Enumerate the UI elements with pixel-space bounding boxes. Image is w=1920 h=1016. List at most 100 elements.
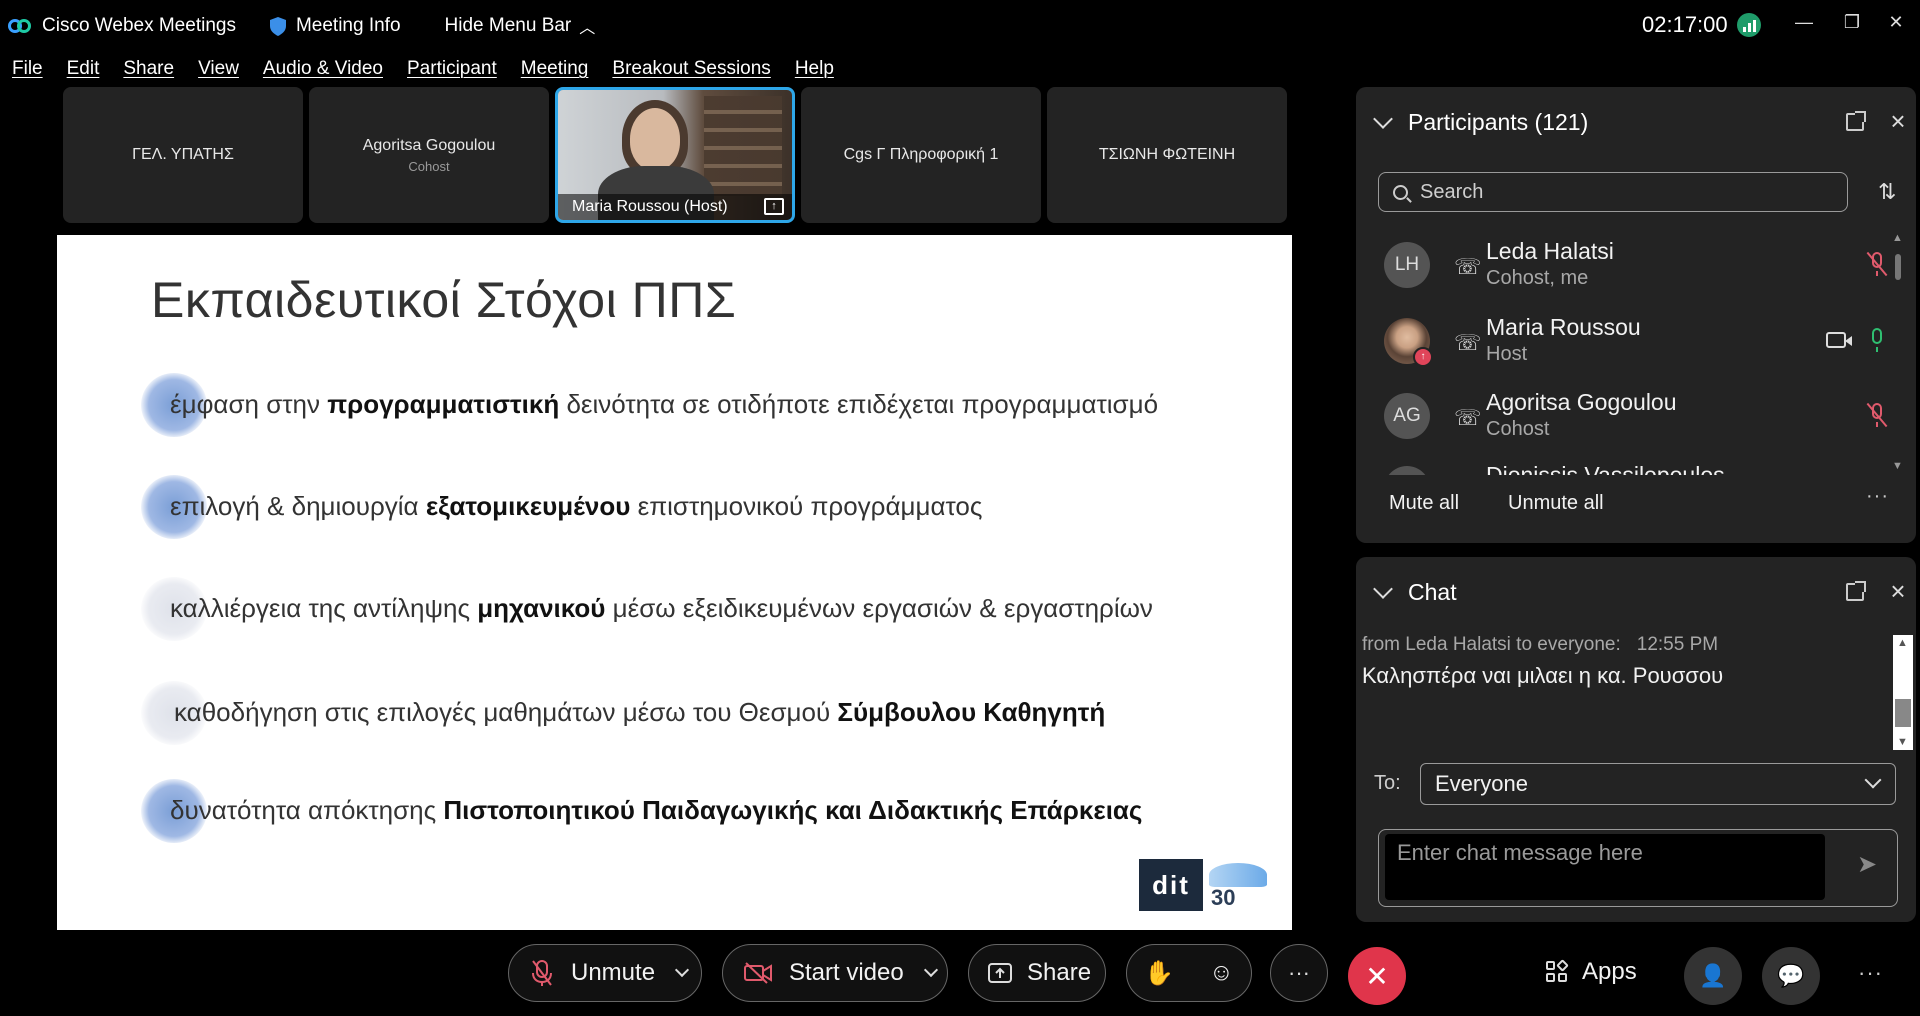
menu-edit[interactable]: Edit	[67, 58, 100, 80]
participants-toggle-icon[interactable]: 👤	[1684, 947, 1742, 1005]
slide-bullet: δυνατότητα απόκτησης Πιστοποιητικού Παιδ…	[141, 777, 1142, 843]
thumbnail-name: ΓΕΛ. ΥΠΑΤΗΣ	[132, 146, 234, 163]
slide-title: Εκπαιδευτικοί Στόχοι ΠΠΣ	[151, 272, 737, 328]
menu-file[interactable]: File	[12, 58, 43, 80]
chat-scrollbar[interactable]: ▲ ▼	[1893, 635, 1913, 750]
scroll-up-icon[interactable]: ▲	[1897, 637, 1908, 649]
network-health-icon[interactable]	[1737, 13, 1761, 37]
hide-menu-bar-button[interactable]: Hide Menu Bar ︿	[445, 14, 596, 38]
meeting-info-label: Meeting Info	[295, 15, 401, 36]
participant-row[interactable]: ↑ ☏ Maria Roussou Host	[1384, 312, 1884, 384]
app-name: Cisco Webex Meetings	[42, 15, 236, 36]
participant-row[interactable]: DV ☏ Dionissis Vassilopoulos	[1384, 460, 1884, 475]
participants-header[interactable]: Participants (121)	[1373, 108, 1589, 136]
sharing-badge-icon: ↑	[1413, 347, 1433, 367]
participant-role: Cohost	[1486, 418, 1550, 440]
participant-list: LH ☏ Leda Halatsi Cohost, me ↑ ☏ Maria R…	[1356, 232, 1916, 475]
send-icon[interactable]: ➤	[1857, 850, 1877, 879]
participants-panel: Participants (121) × Search ⇅ LH ☏ Leda …	[1356, 87, 1916, 543]
unmute-button[interactable]: Unmute	[508, 944, 702, 1002]
popout-icon[interactable]	[1846, 111, 1866, 131]
menu-meeting[interactable]: Meeting	[521, 58, 589, 80]
apps-icon	[1546, 959, 1569, 983]
menu-breakout-sessions[interactable]: Breakout Sessions	[612, 58, 770, 80]
unmute-label: Unmute	[571, 959, 656, 986]
apps-button[interactable]: Apps	[1546, 958, 1637, 986]
share-button[interactable]: Share	[968, 944, 1106, 1002]
collapse-chevron-icon[interactable]	[1373, 108, 1393, 129]
thumbnail-name: ΤΣΙΩΝΗ ΦΩΤΕΙΝΗ	[1098, 146, 1236, 163]
mute-all-button[interactable]: Mute all	[1389, 492, 1459, 515]
scroll-up-icon[interactable]: ▲	[1892, 232, 1903, 244]
participant-role: Host	[1486, 343, 1528, 365]
slide-bullet: καλλιέργεια της αντίληψης μηχανικού μέσω…	[141, 575, 1153, 641]
participant-row[interactable]: AG ☏ Agoritsa Gogoulou Cohost	[1384, 387, 1888, 459]
restore-icon[interactable]: ❐	[1832, 6, 1872, 38]
app-title: Cisco Webex Meetings	[8, 15, 236, 37]
shield-icon	[269, 16, 286, 36]
video-thumbnail[interactable]: ΤΣΙΩΝΗ ΦΩΤΕΙΝΗ	[1047, 87, 1287, 223]
menu-share[interactable]: Share	[123, 58, 174, 80]
chat-sender: from Leda Halatsi to everyone:	[1362, 634, 1621, 655]
more-options-button[interactable]: ···	[1270, 944, 1328, 1002]
video-thumbnail[interactable]: ΓΕΛ. ΥΠΑΤΗΣ	[63, 87, 303, 223]
menu-view[interactable]: View	[198, 58, 239, 80]
close-window-icon[interactable]: ✕	[1876, 6, 1916, 38]
chevron-down-icon[interactable]	[923, 962, 938, 978]
raise-hand-icon[interactable]: ✋	[1144, 959, 1174, 988]
webex-logo-icon	[8, 17, 32, 35]
menu-help[interactable]: Help	[795, 58, 834, 80]
sharing-icon: ↑	[764, 198, 784, 215]
participants-title: Participants (121)	[1408, 109, 1589, 135]
mic-active-icon[interactable]	[1868, 328, 1886, 354]
anniversary-number: 30	[1211, 885, 1236, 910]
recipient-select[interactable]: Everyone	[1420, 763, 1896, 805]
close-icon[interactable]: ×	[1886, 108, 1910, 134]
video-thumbnail[interactable]: Agoritsa Gogoulou Cohost	[309, 87, 549, 223]
audio-connection-icon: ☏	[1454, 405, 1482, 430]
search-icon	[1393, 184, 1408, 200]
popout-icon[interactable]	[1846, 581, 1866, 601]
reactions-icon[interactable]: ☺	[1209, 959, 1234, 987]
more-options-icon[interactable]: ···	[1858, 960, 1883, 986]
chat-toggle-icon[interactable]: 💬	[1762, 947, 1820, 1005]
mic-muted-icon[interactable]	[1866, 251, 1888, 278]
chat-header[interactable]: Chat	[1373, 578, 1457, 606]
menu-audio-video[interactable]: Audio & Video	[263, 58, 383, 80]
chevron-down-icon	[1864, 771, 1882, 789]
menu-participant[interactable]: Participant	[407, 58, 497, 80]
camera-icon[interactable]	[1826, 332, 1852, 348]
participant-name: Agoritsa Gogoulou	[1486, 389, 1677, 415]
sort-icon[interactable]: ⇅	[1878, 179, 1896, 205]
chevron-down-icon[interactable]	[674, 962, 690, 978]
start-video-button[interactable]: Start video	[722, 944, 948, 1002]
slide-bullet: καθοδήγηση στις επιλογές μαθημάτων μέσω …	[141, 679, 1105, 745]
meeting-timer: 02:17:00	[1642, 12, 1728, 37]
video-thumbnail-active-speaker[interactable]: Maria Roussou (Host) ↑	[555, 87, 795, 223]
to-label: To:	[1374, 772, 1401, 794]
scroll-down-icon[interactable]: ▼	[1892, 460, 1903, 472]
participant-row[interactable]: LH ☏ Leda Halatsi Cohost, me	[1384, 236, 1888, 308]
anniversary-logo: 30	[1203, 859, 1273, 911]
scroll-down-icon[interactable]: ▼	[1897, 736, 1908, 748]
search-placeholder: Search	[1420, 180, 1484, 203]
collapse-chevron-icon[interactable]	[1373, 578, 1393, 599]
meeting-info-button[interactable]: Meeting Info	[269, 15, 401, 37]
close-icon[interactable]: ×	[1886, 578, 1910, 604]
participant-search-input[interactable]: Search	[1378, 172, 1848, 212]
thumbnail-name: Agoritsa Gogoulou	[362, 136, 496, 154]
menu-bar: File Edit Share View Audio & Video Parti…	[0, 52, 846, 86]
participant-role: Cohost, me	[1486, 267, 1589, 289]
mic-muted-icon[interactable]	[1866, 402, 1888, 429]
more-options-icon[interactable]: ···	[1866, 485, 1889, 508]
slide-bullet: έμφαση στην προγραμματιστική δεινότητα σ…	[141, 371, 1158, 437]
avatar: AG	[1384, 393, 1430, 439]
chat-message-input[interactable]: Enter chat message here	[1385, 834, 1825, 900]
shared-content-slide: Εκπαιδευτικοί Στόχοι ΠΠΣ έμφαση στην προ…	[57, 235, 1292, 930]
unmute-all-button[interactable]: Unmute all	[1508, 492, 1604, 515]
participant-scrollbar[interactable]: ▲ ▼	[1892, 232, 1904, 472]
leave-meeting-button[interactable]: ✕	[1348, 947, 1406, 1005]
avatar: DV	[1384, 466, 1430, 475]
minimize-icon[interactable]: —	[1784, 6, 1824, 38]
video-thumbnail[interactable]: Cgs Γ Πληροφορική 1	[801, 87, 1041, 223]
